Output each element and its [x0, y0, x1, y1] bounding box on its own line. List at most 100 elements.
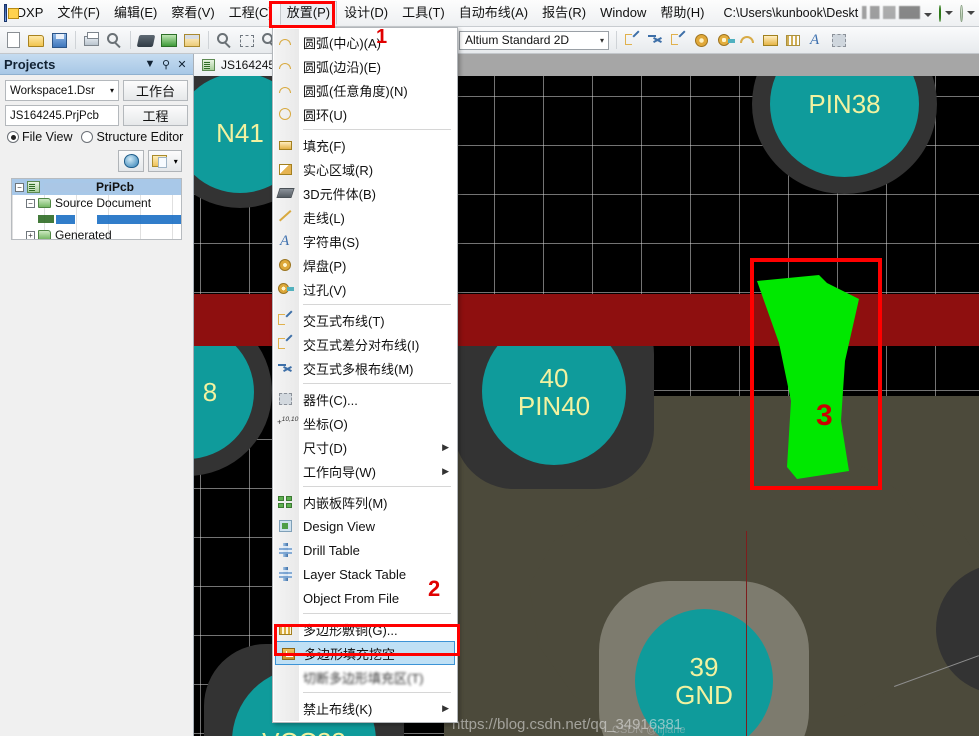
- menu-item-dimension[interactable]: 尺寸(D) ▶: [273, 435, 457, 459]
- menu-item-full-circle[interactable]: 圆环(U): [273, 102, 457, 126]
- chevron-down-icon[interactable]: ▾: [110, 86, 114, 95]
- zoom-icon[interactable]: [214, 30, 235, 51]
- open-project-button[interactable]: ▾: [148, 150, 182, 172]
- menu-item-design-view[interactable]: Design View: [273, 514, 457, 538]
- place-arc-icon[interactable]: [737, 30, 758, 51]
- menu-item-line[interactable]: 走线(L): [273, 205, 457, 229]
- menu-view[interactable]: 察看(V): [164, 1, 221, 25]
- new-document-icon[interactable]: [3, 30, 24, 51]
- forward-nav-icon[interactable]: [960, 4, 963, 22]
- menu-help[interactable]: 帮助(H): [653, 1, 711, 25]
- menu-autoroute[interactable]: 自动布线(A): [452, 1, 535, 25]
- board-icon[interactable]: [136, 30, 157, 51]
- place-component-icon[interactable]: [829, 30, 850, 51]
- menu-item-pad[interactable]: 焊盘(P): [273, 253, 457, 277]
- window-tile-icon[interactable]: [182, 30, 203, 51]
- expander-icon[interactable]: −: [15, 182, 24, 192]
- menu-file[interactable]: 文件(F): [50, 1, 107, 25]
- menu-edit[interactable]: 编辑(E): [107, 1, 164, 25]
- project-button[interactable]: 工程: [123, 105, 188, 126]
- expander-icon[interactable]: −: [26, 198, 35, 208]
- menu-item-label: 器件(C)...: [303, 392, 358, 408]
- pcb-library-icon[interactable]: [159, 30, 180, 51]
- forward-chevron-icon[interactable]: [967, 11, 975, 15]
- recent-path-label[interactable]: C:\Users\kunbook\Deskt: [719, 6, 935, 20]
- structure-editor-label: Structure Editor: [96, 130, 184, 144]
- place-via-icon[interactable]: [714, 30, 735, 51]
- workspace-button[interactable]: 工作台: [123, 80, 188, 101]
- expander-icon[interactable]: +: [26, 230, 35, 239]
- menu-item-keepout[interactable]: 禁止布线(K) ▶: [273, 696, 457, 720]
- menu-item-component[interactable]: 器件(C)...: [273, 387, 457, 411]
- tree-item-project[interactable]: − PriPcb: [12, 179, 181, 195]
- view-configuration-select[interactable]: Altium Standard 2D ▾: [459, 30, 609, 50]
- save-icon[interactable]: [49, 30, 70, 51]
- place-string-icon[interactable]: A: [806, 30, 827, 51]
- zoom-area-icon[interactable]: [237, 30, 258, 51]
- menu-report[interactable]: 报告(R): [535, 1, 593, 25]
- menu-design[interactable]: 设计(D): [337, 1, 395, 25]
- tree-item-pcb-document[interactable]: [12, 211, 181, 227]
- chevron-down-icon[interactable]: ▾: [600, 32, 608, 49]
- menu-item-interactive-multi-routing[interactable]: 交互式多根布线(M): [273, 356, 457, 380]
- close-icon[interactable]: ✕: [175, 57, 189, 71]
- menu-item-slice-polygon-pour[interactable]: 切断多边形填充区(T): [273, 665, 457, 689]
- menu-item-arc-center[interactable]: 圆弧(中心)(A): [273, 30, 457, 54]
- menu-item-label: 字符串(S): [303, 234, 360, 250]
- back-chevron-icon[interactable]: [945, 11, 954, 15]
- tree-item-source-documents[interactable]: − Source Document: [12, 195, 181, 211]
- interactive-routing-icon[interactable]: [622, 29, 643, 51]
- pad-label-number: 39: [689, 652, 719, 682]
- tree-item-generated[interactable]: + Generated: [12, 227, 181, 240]
- menu-window[interactable]: Window: [593, 1, 653, 25]
- fill-icon: [277, 137, 294, 153]
- menu-item-work-guide[interactable]: 工作向导(W) ▶: [273, 459, 457, 483]
- menu-item-string[interactable]: A 字符串(S): [273, 229, 457, 253]
- menu-item-arc-edge[interactable]: 圆弧(边沿)(E): [273, 54, 457, 78]
- menu-item-label: 尺寸(D): [303, 440, 348, 456]
- menu-item-solid-region[interactable]: 实心区域(R): [273, 157, 457, 181]
- place-polygon-icon[interactable]: [783, 30, 804, 51]
- workspace-select[interactable]: Workspace1.Dsr ▾: [5, 80, 119, 101]
- via-icon: [277, 281, 294, 297]
- altium-logo-icon: [4, 4, 18, 22]
- menu-item-embedded-board-array[interactable]: 内嵌板阵列(M): [273, 490, 457, 514]
- pcb-doc-icon: [38, 215, 55, 223]
- annotation-box-3: [750, 258, 882, 490]
- pin-icon[interactable]: ⚲: [159, 57, 173, 71]
- radio-structure-editor[interactable]: [81, 131, 94, 143]
- workspace-row: Workspace1.Dsr ▾ 工作台: [5, 80, 188, 101]
- place-menu: 圆弧(中心)(A) 圆弧(边沿)(E) 圆弧(任意角度)(N) 圆环(U) 填充…: [272, 27, 458, 723]
- print-icon[interactable]: [81, 30, 102, 51]
- menu-item-interactive-diffpair[interactable]: 交互式差分对布线(I): [273, 332, 457, 356]
- menu-item-label: 工作向导(W): [303, 464, 376, 480]
- arc-center-icon: [277, 34, 294, 50]
- print-preview-icon[interactable]: [104, 30, 125, 51]
- menu-item-drill-table[interactable]: Drill Table: [273, 538, 457, 562]
- menu-separator: [303, 129, 451, 130]
- open-folder-icon[interactable]: [26, 30, 47, 51]
- menu-item-via[interactable]: 过孔(V): [273, 277, 457, 301]
- view-mode-group: File View Structure Editor: [7, 130, 188, 144]
- menu-tools[interactable]: 工具(T): [395, 1, 452, 25]
- place-pad-icon[interactable]: [691, 30, 712, 51]
- view-configuration-value: Altium Standard 2D: [465, 32, 570, 47]
- tree-item-label: Generated: [55, 228, 112, 240]
- back-nav-icon[interactable]: [938, 4, 942, 22]
- project-select[interactable]: JS164245.PrjPcb: [5, 105, 119, 126]
- menu-item-arc-any-angle[interactable]: 圆弧(任意角度)(N): [273, 78, 457, 102]
- menu-item-fill[interactable]: 填充(F): [273, 133, 457, 157]
- interactive-diffpair-icon[interactable]: [668, 29, 689, 51]
- radio-file-view[interactable]: [7, 131, 19, 143]
- chevron-down-icon[interactable]: ▼: [143, 57, 157, 71]
- place-fill-icon[interactable]: [760, 30, 781, 51]
- menu-item-coordinate[interactable]: +10,10 坐标(O): [273, 411, 457, 435]
- line-icon: [277, 209, 294, 225]
- menu-item-interactive-routing[interactable]: 交互式布线(T): [273, 308, 457, 332]
- interactive-multi-routing-icon[interactable]: [645, 30, 666, 51]
- menu-item-3d-body[interactable]: 3D元件体(B): [273, 181, 457, 205]
- globe-icon[interactable]: [118, 150, 144, 172]
- pad-pin38[interactable]: PIN38: [752, 76, 937, 194]
- pad-pin39-gnd[interactable]: 39 GND: [599, 581, 809, 736]
- chevron-down-icon[interactable]: [923, 13, 932, 17]
